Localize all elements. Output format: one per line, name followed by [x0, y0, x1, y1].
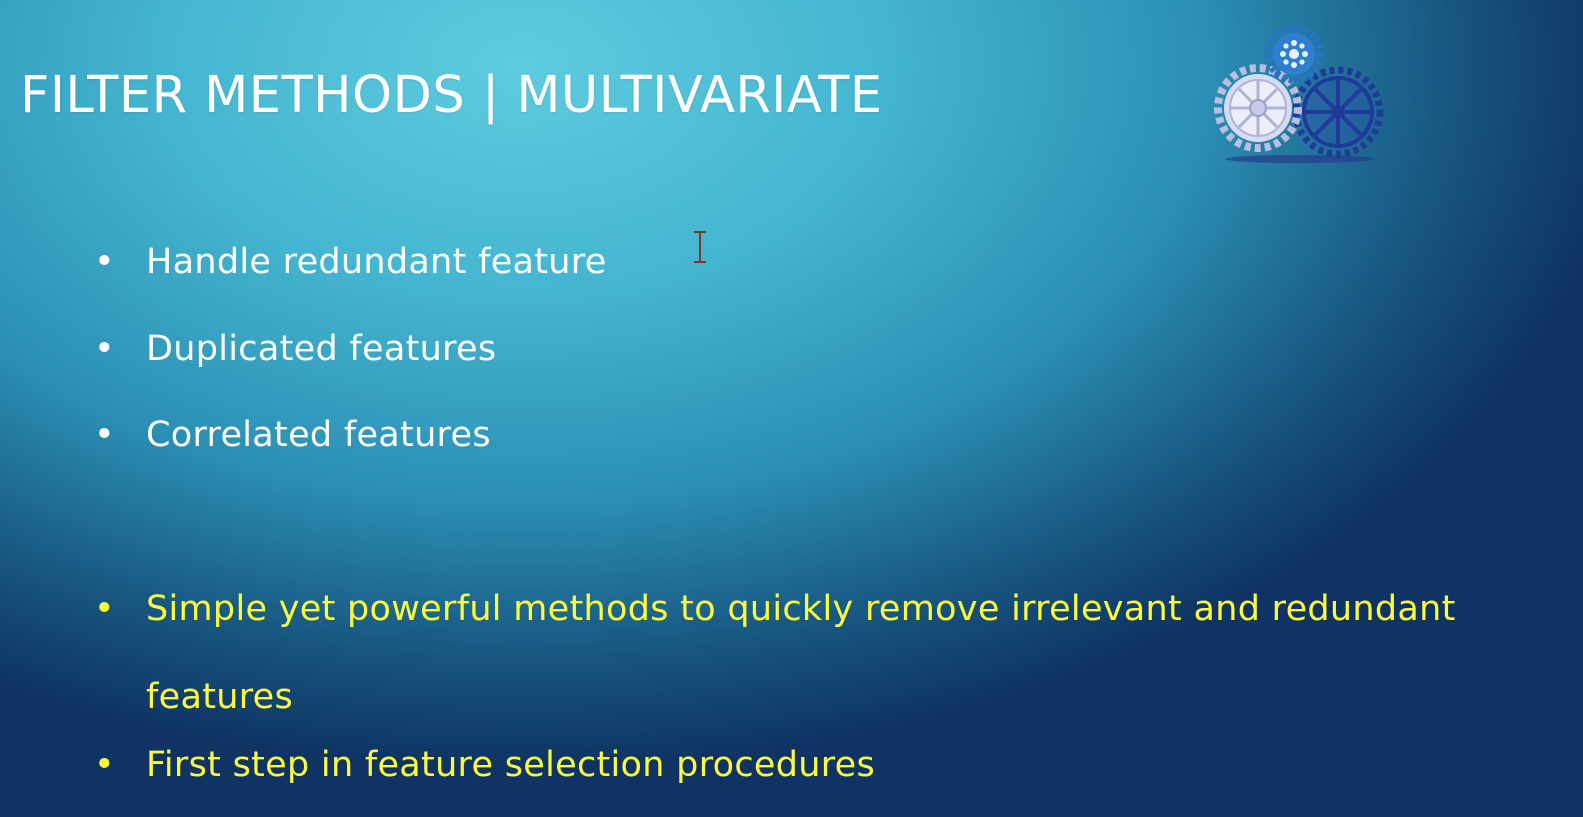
bullet-text: First step in feature selection procedur…	[146, 745, 875, 785]
bullet-item: • Correlated features	[94, 408, 607, 495]
bullet-dot: •	[94, 415, 115, 455]
bullet-item: • First step in feature selection proced…	[94, 738, 1566, 792]
bullet-dot: •	[94, 745, 115, 785]
bullet-dot: •	[94, 328, 115, 369]
bullet-item: • Handle redundant feature	[94, 235, 607, 322]
text-cursor-icon	[694, 231, 706, 263]
bullet-text: Correlated features	[146, 415, 491, 455]
presentation-slide: FILTER METHODS | MULTIVARIATE • Handle r…	[0, 0, 1583, 817]
bullet-text: Handle redundant feature	[146, 242, 607, 282]
bullet-text: Duplicated features	[146, 328, 497, 369]
bullet-text: Simple yet powerful methods to quickly r…	[146, 589, 1456, 717]
bullet-dot: •	[94, 242, 115, 282]
slide-title: FILTER METHODS | MULTIVARIATE	[20, 66, 883, 125]
gears-icon	[1214, 24, 1384, 163]
bullet-item: • Simple yet powerful methods to quickly…	[94, 565, 1566, 741]
bullet-dot: •	[94, 589, 115, 629]
bullet-item: • Duplicated features	[94, 322, 607, 409]
bullet-list-white: • Handle redundant feature • Duplicated …	[94, 235, 607, 495]
bullet-list-highlight: • Simple yet powerful methods to quickly…	[94, 582, 1566, 792]
